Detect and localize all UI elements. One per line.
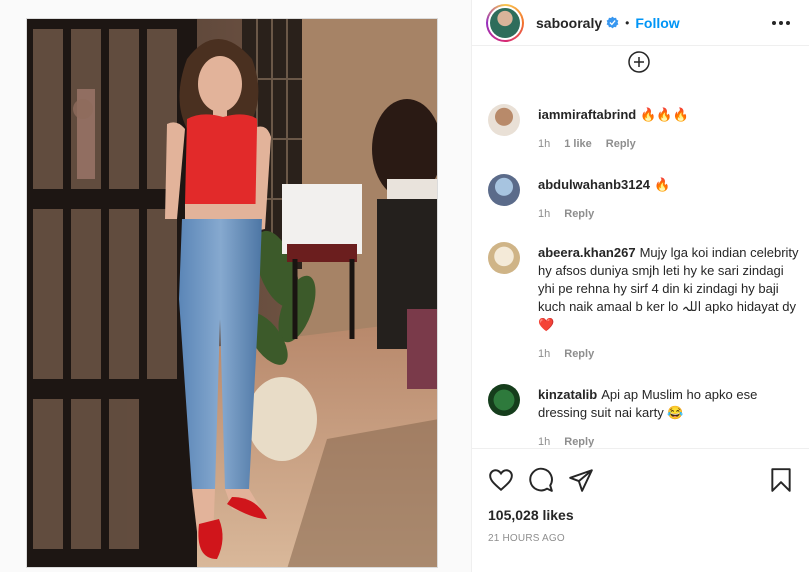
reply-button[interactable]: Reply: [606, 138, 636, 150]
comments-list: iammiraftabrind 🔥🔥🔥 1h 1 like Reply abdul…: [472, 90, 809, 448]
load-more-comments-icon[interactable]: [627, 50, 651, 74]
bookmark-icon[interactable]: [768, 467, 794, 493]
comment-text: 🔥: [653, 177, 671, 192]
avatar-image: [490, 7, 520, 38]
reply-button[interactable]: Reply: [564, 208, 594, 220]
follow-button[interactable]: Follow: [635, 15, 679, 31]
share-icon[interactable]: [568, 467, 594, 493]
profile-avatar[interactable]: [486, 3, 524, 42]
comment-time: 1h: [538, 208, 551, 220]
post-header: sabooraly • Follow: [472, 0, 809, 46]
post-sidebar: sabooraly • Follow iammiraftabrind 🔥🔥🔥 1…: [471, 0, 809, 572]
comment-avatar[interactable]: [488, 242, 520, 274]
comment-time: 1h: [538, 436, 551, 448]
comment-icon[interactable]: [528, 467, 554, 493]
comment-username[interactable]: abdulwahanb3124: [538, 177, 650, 192]
comment-time: 1h: [538, 348, 551, 360]
comment-username[interactable]: kinzatalib: [538, 387, 597, 402]
separator-dot: •: [625, 15, 630, 30]
post-photo[interactable]: [26, 18, 438, 568]
verified-badge-icon: [606, 16, 619, 29]
reply-button[interactable]: Reply: [564, 348, 594, 360]
comment-likes[interactable]: 1 like: [564, 138, 592, 150]
likes-count[interactable]: 105,028 likes: [488, 507, 574, 523]
post-photo-illustration: [27, 19, 437, 567]
comment-text: 🔥🔥🔥: [640, 107, 689, 122]
heart-icon[interactable]: [488, 467, 514, 493]
instagram-post-window: sabooraly • Follow iammiraftabrind 🔥🔥🔥 1…: [0, 0, 809, 572]
post-username[interactable]: sabooraly: [536, 15, 602, 31]
post-timestamp[interactable]: 21 HOURS AGO: [488, 533, 565, 544]
post-actions-bar: 105,028 likes 21 HOURS AGO: [472, 448, 809, 572]
comment-username[interactable]: abeera.khan267: [538, 245, 636, 260]
more-options-icon[interactable]: [772, 14, 790, 32]
comment-avatar[interactable]: [488, 384, 520, 416]
comment-avatar[interactable]: [488, 104, 520, 136]
comment-avatar[interactable]: [488, 174, 520, 206]
comment-time: 1h: [538, 138, 551, 150]
comment-username[interactable]: iammiraftabrind: [538, 107, 636, 122]
reply-button[interactable]: Reply: [564, 436, 594, 448]
